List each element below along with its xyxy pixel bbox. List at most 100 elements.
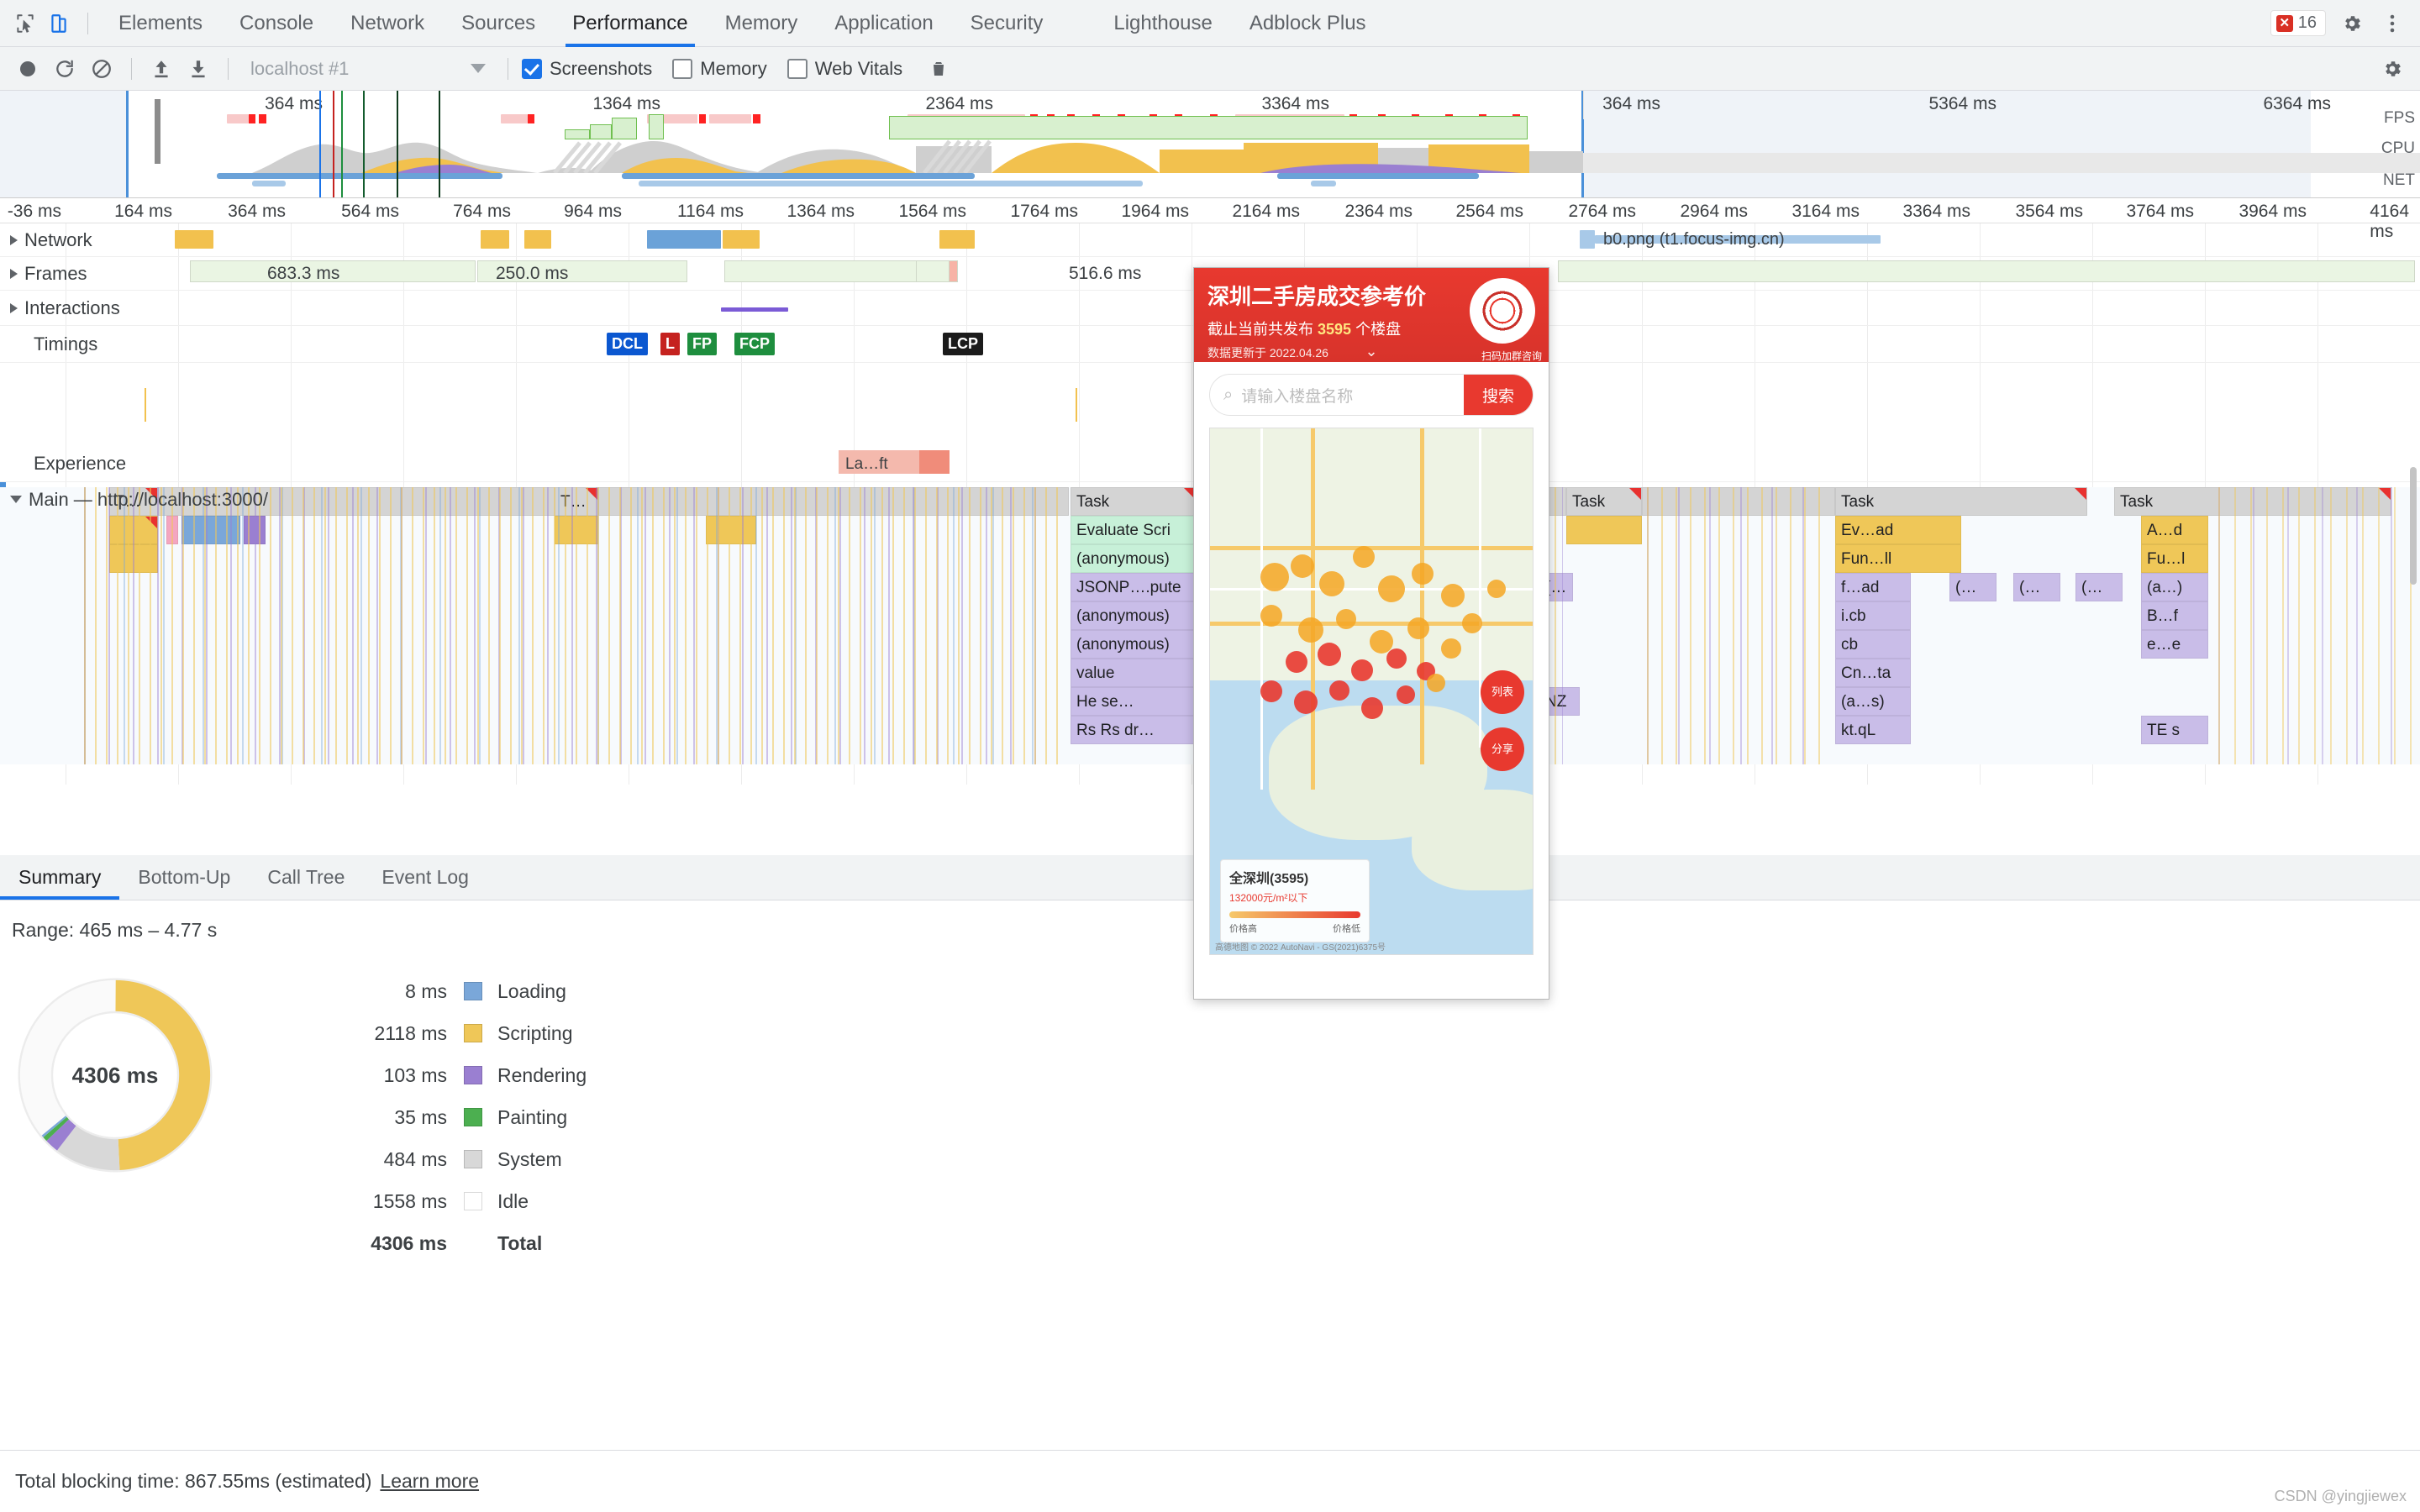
checkbox-memory-box[interactable]	[672, 59, 692, 79]
flame-cell[interactable]: Rs Rs dr…	[1071, 716, 1197, 744]
flame-cell[interactable]	[1566, 516, 1642, 544]
track-timings-label[interactable]: Timings	[34, 326, 97, 362]
capture-settings-gear-icon[interactable]	[2376, 53, 2408, 85]
checkbox-web-vitals[interactable]: Web Vitals	[787, 58, 902, 80]
flame-cell[interactable]	[1642, 487, 1835, 516]
tab-sources[interactable]: Sources	[443, 0, 554, 47]
track-network[interactable]: Network b0.png (t1.focus-img.cn)	[0, 223, 2420, 257]
flame-cell[interactable]: A…d	[2141, 516, 2208, 544]
timeline-scrollbar[interactable]	[2408, 198, 2418, 769]
network-request-bar[interactable]	[939, 230, 975, 249]
flame-cell[interactable]: f…ad	[1835, 573, 1911, 601]
timeline-ruler[interactable]: -36 ms 164 ms 364 ms 564 ms 764 ms 964 m…	[0, 198, 2420, 223]
flame-cell[interactable]: (…	[2075, 573, 2123, 601]
trash-icon[interactable]	[923, 53, 955, 85]
flame-cell[interactable]: (…	[1949, 573, 1996, 601]
legend-row-painting[interactable]: 35 ms Painting	[296, 1096, 587, 1138]
timeline-overview[interactable]: 364 ms 1364 ms 2364 ms 3364 ms 364 ms 53…	[0, 91, 2420, 198]
flame-cell[interactable]: He se…	[1071, 687, 1197, 716]
tab-application[interactable]: Application	[816, 0, 951, 47]
timeline-scrollbar-thumb[interactable]	[2410, 467, 2417, 585]
chevron-down-icon[interactable]	[10, 496, 22, 503]
flame-cell[interactable]: Fun…ll	[1835, 544, 1961, 573]
track-main-label[interactable]: Main — http://localhost:3000/	[10, 482, 268, 517]
tab-call-tree[interactable]: Call Tree	[249, 855, 363, 900]
checkbox-web-vitals-box[interactable]	[787, 59, 808, 79]
legend-row-scripting[interactable]: 2118 ms Scripting	[296, 1012, 587, 1054]
flame-cell[interactable]: T…	[555, 487, 598, 516]
flame-cell[interactable]: Ev…ad	[1835, 516, 1961, 544]
flame-cell[interactable]: B…f	[2141, 601, 2208, 630]
timing-marker-fcp[interactable]: FCP	[734, 333, 775, 355]
flame-cell[interactable]: Task	[1071, 487, 1197, 516]
tab-summary[interactable]: Summary	[0, 855, 119, 900]
flame-cell[interactable]	[555, 516, 598, 544]
flame-cell[interactable]: JSONP….pute	[1071, 573, 1197, 601]
clear-icon[interactable]	[86, 53, 118, 85]
flame-cell[interactable]: cb	[1835, 630, 1911, 659]
checkbox-screenshots-box[interactable]	[522, 59, 542, 79]
flame-cell[interactable]: Task	[1835, 487, 2087, 516]
learn-more-link[interactable]: Learn more	[380, 1470, 479, 1493]
track-interactions-label[interactable]: Interactions	[10, 291, 120, 325]
flame-cell[interactable]	[166, 516, 178, 544]
legend-row-idle[interactable]: 1558 ms Idle	[296, 1180, 587, 1222]
inspect-cursor-icon[interactable]	[8, 7, 42, 40]
track-network-label[interactable]: Network	[10, 223, 92, 256]
tab-bottom-up[interactable]: Bottom-Up	[119, 855, 249, 900]
network-request-bar[interactable]	[647, 230, 721, 249]
tab-memory[interactable]: Memory	[707, 0, 817, 47]
gear-icon[interactable]	[2338, 9, 2366, 38]
flame-cell[interactable]: (anonymous)	[1071, 601, 1197, 630]
flame-cell[interactable]: kt.qL	[1835, 716, 1911, 744]
track-frames-label[interactable]: Frames	[10, 257, 87, 290]
chevron-right-icon[interactable]	[10, 235, 18, 245]
network-request-bar[interactable]	[524, 230, 551, 249]
flame-cell[interactable]: (…	[2013, 573, 2060, 601]
network-request-bar[interactable]	[723, 230, 760, 249]
tab-lighthouse[interactable]: Lighthouse	[1095, 0, 1230, 47]
flame-cell[interactable]: (a…s)	[1835, 687, 1911, 716]
record-circle-icon[interactable]	[12, 53, 44, 85]
tab-adblock-plus[interactable]: Adblock Plus	[1231, 0, 1385, 47]
checkbox-screenshots[interactable]: Screenshots	[522, 58, 652, 80]
flame-cell[interactable]	[109, 544, 158, 573]
network-request-bar[interactable]	[481, 230, 509, 249]
save-profile-icon[interactable]	[182, 53, 214, 85]
kebab-menu-icon[interactable]	[2378, 9, 2407, 38]
tab-elements[interactable]: Elements	[100, 0, 221, 47]
device-toolbar-icon[interactable]	[42, 7, 76, 40]
flame-cell[interactable]	[598, 487, 1069, 516]
flame-cell[interactable]: (anonymous)	[1071, 630, 1197, 659]
chevron-right-icon[interactable]	[10, 303, 18, 313]
flame-cell[interactable]: Task	[1566, 487, 1642, 516]
chevron-right-icon[interactable]	[10, 269, 18, 279]
tab-console[interactable]: Console	[221, 0, 332, 47]
flame-cell[interactable]: Evaluate Scri	[1071, 516, 1197, 544]
flame-cell[interactable]: TE s	[2141, 716, 2208, 744]
error-count-badge[interactable]: ✕ 16	[2270, 10, 2326, 36]
legend-row-loading[interactable]: 8 ms Loading	[296, 970, 587, 1012]
timing-marker-fp[interactable]: FP	[687, 333, 717, 355]
interaction-bar[interactable]	[721, 307, 788, 312]
flame-cell[interactable]	[182, 516, 240, 544]
track-experience-label[interactable]: Experience	[34, 445, 126, 481]
reload-record-icon[interactable]	[49, 53, 81, 85]
legend-row-rendering[interactable]: 103 ms Rendering	[296, 1054, 587, 1096]
flame-cell[interactable]: Cn…ta	[1835, 659, 1911, 687]
tab-security[interactable]: Security	[952, 0, 1062, 47]
legend-row-system[interactable]: 484 ms System	[296, 1138, 587, 1180]
flame-cell[interactable]: (a…)	[2141, 573, 2208, 601]
flame-cell[interactable]: value	[1071, 659, 1197, 687]
flame-cell[interactable]: e…e	[2141, 630, 2208, 659]
tab-event-log[interactable]: Event Log	[363, 855, 487, 900]
timing-marker-dcl[interactable]: DCL	[607, 333, 648, 355]
flame-cell[interactable]: Fu…l	[2141, 544, 2208, 573]
flame-cell[interactable]: (anonymous)	[1071, 544, 1197, 573]
timing-marker-lcp[interactable]: LCP	[943, 333, 983, 355]
frame-box[interactable]	[916, 260, 950, 282]
timing-marker-l[interactable]: L	[660, 333, 680, 355]
load-profile-icon[interactable]	[145, 53, 177, 85]
network-request-bar[interactable]	[1580, 230, 1595, 249]
flame-cell[interactable]: Task	[2114, 487, 2391, 516]
